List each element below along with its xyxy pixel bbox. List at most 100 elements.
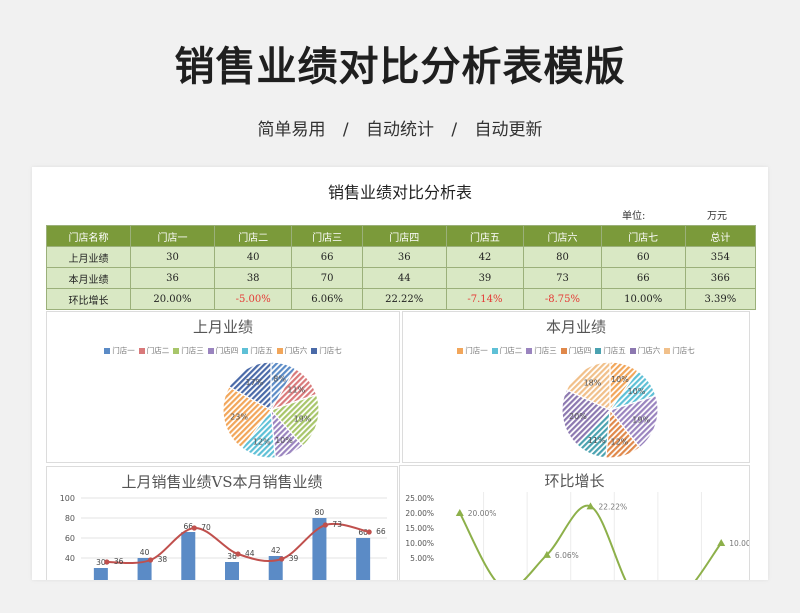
bar[interactable] <box>181 532 196 580</box>
y-tick-label: 40 <box>65 554 75 563</box>
chart-title: 本月业绩 <box>545 318 606 336</box>
data-label: 17% <box>246 378 264 387</box>
table-cell[interactable]: -5.00% <box>213 288 293 310</box>
data-label: 18% <box>584 378 602 387</box>
table-cell[interactable]: 73 <box>523 267 602 289</box>
bar-data-label: 80 <box>315 508 325 517</box>
table-cell[interactable]: 66 <box>600 267 686 289</box>
pie-chart-this-month[interactable]: 本月业绩 门店一 门店二 门店三 门店四 门店五 门店六 门店七 10% 10% 19% 12% 1… <box>402 311 750 463</box>
table-cell[interactable]: 30 <box>130 246 215 268</box>
feature-easy: 简单易用 <box>257 120 326 140</box>
pie-plot: 8%11% 19% 10% 12% 23% 17% <box>222 361 320 459</box>
table-cell[interactable]: 36 <box>361 246 447 268</box>
line-point[interactable] <box>191 525 197 531</box>
table-cell[interactable]: 上月业绩 <box>46 246 131 268</box>
table-cell[interactable]: 80 <box>523 246 602 268</box>
line-data-label: 39 <box>289 554 299 563</box>
banner-title: 销售业绩对比分析表模版 <box>174 44 626 90</box>
data-label: 8% <box>273 375 286 384</box>
data-label: 23% <box>230 413 248 422</box>
header-cell[interactable]: 总计 <box>684 225 757 247</box>
table-cell[interactable]: 38 <box>213 267 293 289</box>
line-marker[interactable] <box>717 539 726 546</box>
line-data-label: 22.22% <box>599 502 628 511</box>
comparison-chart[interactable]: 上月销售业绩VS本月销售业绩 100 80 60 40 30 40 66 36 42 80 60 36… <box>46 466 398 580</box>
growth-chart[interactable]: 环比增长 25.00% 20.00% 15.00% 10.00% 5.00% 20.00%… <box>399 465 750 580</box>
table-cell[interactable]: 36 <box>130 267 215 289</box>
header-cell[interactable]: 门店五 <box>445 225 525 247</box>
line-data-label: 44 <box>245 549 255 558</box>
table-cell[interactable]: -8.75% <box>523 288 602 310</box>
series-line[interactable] <box>106 522 370 565</box>
line-data-label: 20.00% <box>468 509 497 518</box>
line-point[interactable] <box>104 559 110 565</box>
data-label: 10% <box>611 375 629 384</box>
y-tick-label: 25.00% <box>405 494 434 503</box>
y-tick-label: 15.00% <box>405 524 434 533</box>
table-cell[interactable]: 20.00% <box>130 288 215 310</box>
header-cell[interactable]: 门店六 <box>523 225 602 247</box>
bar[interactable] <box>356 538 371 580</box>
table-cell[interactable]: 3.39% <box>684 288 757 310</box>
table-cell[interactable]: 环比增长 <box>46 288 131 310</box>
line-point[interactable] <box>235 551 241 557</box>
growth-line[interactable] <box>458 504 723 580</box>
table-row: 环比增长 20.00% -5.00% 6.06% 22.22% -7.14% -… <box>46 288 757 310</box>
y-tick-label: 100 <box>60 494 75 503</box>
unit-label: 单位: <box>622 211 646 222</box>
line-data-label: 38 <box>158 555 168 564</box>
line-point[interactable] <box>147 557 154 563</box>
table-cell[interactable]: 70 <box>291 267 363 289</box>
sheet-title: 销售业绩对比分析表 <box>327 183 472 202</box>
table-header-row: 门店名称 门店一 门店二 门店三 门店四 门店五 门店六 门店七 总计 <box>46 225 757 247</box>
unit-value: 万元 <box>707 211 727 222</box>
table-cell[interactable]: 44 <box>361 267 447 289</box>
line-point[interactable] <box>279 556 285 562</box>
line-plot: 25.00% 20.00% 15.00% 10.00% 5.00% 20.00% 6.06%… <box>405 492 749 580</box>
table-cell[interactable]: 本月业绩 <box>46 267 131 289</box>
data-label: 12% <box>253 437 271 446</box>
header-cell[interactable]: 门店七 <box>600 225 686 247</box>
line-data-label: 36 <box>114 557 124 566</box>
table-row: 上月业绩 30 40 66 36 42 80 60 354 <box>46 246 757 268</box>
feature-separator: / <box>342 120 349 140</box>
bar[interactable] <box>93 568 108 580</box>
table-cell[interactable]: 42 <box>445 246 525 268</box>
header-cell[interactable]: 门店二 <box>213 225 293 247</box>
table-cell[interactable]: 60 <box>600 246 686 268</box>
table-cell[interactable]: 39 <box>445 267 525 289</box>
chart-title: 上月业绩 <box>192 318 253 336</box>
header-cell[interactable]: 门店一 <box>130 225 215 247</box>
y-tick-label: 10.00% <box>405 539 434 548</box>
y-tick-label: 80 <box>65 514 75 523</box>
table-cell[interactable]: 6.06% <box>291 288 363 310</box>
header-cell[interactable]: 门店名称 <box>46 225 131 247</box>
line-point[interactable] <box>366 529 372 535</box>
sales-table: 门店名称 门店一 门店二 门店三 门店四 门店五 门店六 门店七 总计 上月业绩… <box>46 225 757 310</box>
data-label: 10% <box>275 436 293 445</box>
feature-auto-stat: 自动统计 <box>366 120 434 140</box>
table-cell[interactable]: 22.22% <box>361 288 447 310</box>
table-cell[interactable]: 366 <box>684 267 757 289</box>
table-cell[interactable]: 66 <box>291 246 363 268</box>
header-cell[interactable]: 门店三 <box>291 225 363 247</box>
bar[interactable] <box>225 562 239 580</box>
table-cell[interactable]: 40 <box>213 246 293 268</box>
banner-features: 简单易用 / 自动统计 / 自动更新 <box>0 115 800 140</box>
table-row: 本月业绩 36 38 70 44 39 73 66 366 <box>46 267 757 289</box>
table-cell[interactable]: 354 <box>684 246 757 268</box>
data-label: 19% <box>632 416 650 425</box>
table-cell[interactable]: -7.14% <box>445 288 525 310</box>
feature-auto-update: 自动更新 <box>474 120 543 140</box>
line-point[interactable] <box>322 522 329 528</box>
data-label: 19% <box>294 414 312 423</box>
table-cell[interactable]: 10.00% <box>600 288 686 310</box>
data-label: 20% <box>569 412 587 421</box>
y-tick-label: 5.00% <box>410 554 434 563</box>
pie-chart-last-month[interactable]: 上月业绩 门店一 门店二 门店三 门店四 门店五 门店六 门店七 8% 11% 19% 10% 12… <box>46 311 400 463</box>
header-cell[interactable]: 门店四 <box>361 225 447 247</box>
y-tick-label: 20.00% <box>405 509 434 518</box>
bar-plot: 100806040 3040663642806036 387044397366 <box>60 494 387 580</box>
line-marker[interactable] <box>455 509 464 516</box>
bar-data-label: 42 <box>271 546 281 555</box>
